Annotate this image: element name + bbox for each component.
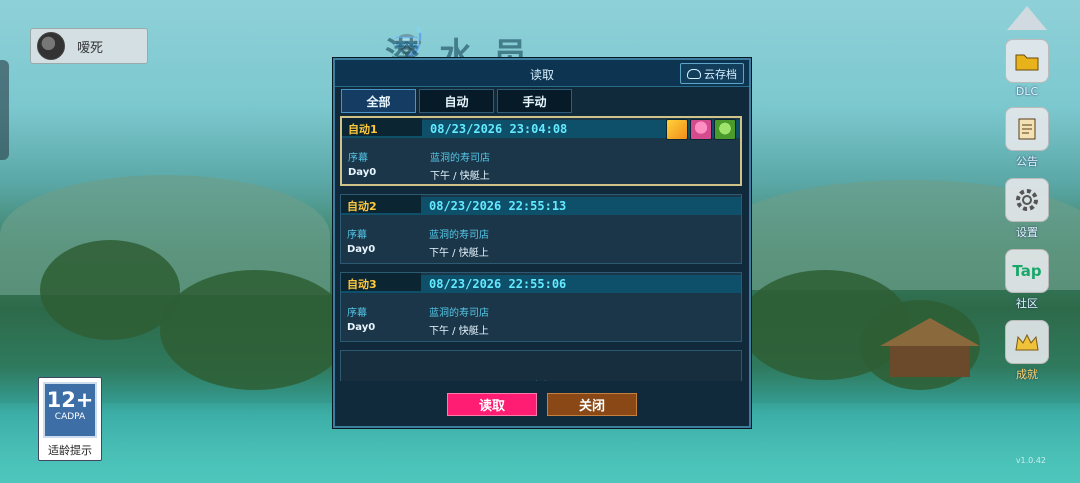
- slot-label: 自动1: [348, 123, 378, 136]
- slot-time: 下午 / 快艇上: [429, 248, 489, 259]
- menu-settings[interactable]: 设置: [1004, 178, 1050, 240]
- crown-icon: [1005, 320, 1049, 364]
- slot-chapter: 序幕: [347, 230, 367, 241]
- slot-location: 蓝洞的寿司店: [430, 153, 490, 164]
- notice-icon: [1005, 107, 1049, 151]
- character-portrait-icon: [714, 119, 736, 140]
- tap-icon: Tap: [1005, 249, 1049, 293]
- character-portraits: [666, 119, 736, 140]
- slot-chapter: 序幕: [347, 308, 367, 319]
- filter-tabs: 全部 自动 手动: [341, 89, 572, 113]
- tab-all[interactable]: 全部: [341, 89, 416, 113]
- character-portrait-icon: [690, 119, 712, 140]
- player-name: 嗳死: [77, 40, 104, 56]
- cloud-save-button[interactable]: 云存档: [680, 63, 744, 84]
- load-dialog: 读取 云存档 全部 自动 手动 自动1 08/23/2026 23:04:08 …: [333, 58, 751, 428]
- slot-time: 下午 / 快艇上: [430, 171, 490, 182]
- slot-datetime: 08/23/2026 23:04:08: [430, 122, 568, 136]
- menu-achievements[interactable]: 成就: [1004, 320, 1050, 382]
- slot-location: 蓝洞的寿司店: [429, 308, 489, 319]
- save-slot-empty[interactable]: 空白: [340, 350, 742, 381]
- slot-label: 自动3: [347, 278, 377, 291]
- save-slot-auto-2[interactable]: 自动2 08/23/2026 22:55:13 序幕 Day0 蓝洞的寿司店 下…: [340, 194, 742, 264]
- version-label: v1.0.42: [1015, 456, 1046, 465]
- dialog-header: 读取 云存档: [335, 60, 749, 87]
- side-pull-tab[interactable]: [0, 60, 9, 160]
- empty-slot-label: 空白: [341, 378, 741, 381]
- age-rating-badge: 12+ CADPA 适龄提示: [38, 377, 102, 461]
- collapse-arrow-icon[interactable]: [1007, 6, 1047, 30]
- menu-community[interactable]: Tap 社区: [1004, 249, 1050, 311]
- load-button[interactable]: 读取: [447, 393, 537, 416]
- close-button[interactable]: 关闭: [547, 393, 637, 416]
- slot-time: 下午 / 快艇上: [429, 326, 489, 337]
- menu-notice[interactable]: 公告: [1004, 107, 1050, 169]
- slot-chapter: 序幕: [348, 153, 368, 164]
- slot-day: Day0: [347, 244, 376, 255]
- tab-manual[interactable]: 手动: [497, 89, 572, 113]
- cloud-icon: [687, 68, 701, 79]
- menu-dlc[interactable]: DLC: [1004, 39, 1050, 98]
- slot-datetime: 08/23/2026 22:55:13: [429, 199, 567, 213]
- folder-icon: [1005, 39, 1049, 83]
- tab-auto[interactable]: 自动: [419, 89, 494, 113]
- slot-day: Day0: [348, 167, 377, 178]
- save-slot-auto-1[interactable]: 自动1 08/23/2026 23:04:08 序幕 Day0 蓝洞的寿司店 下…: [340, 116, 742, 186]
- slot-location: 蓝洞的寿司店: [429, 230, 489, 241]
- player-card[interactable]: 嗳死: [30, 28, 148, 64]
- slot-datetime: 08/23/2026 22:55:06: [429, 277, 567, 291]
- dialog-actions: 读取 关闭: [335, 393, 749, 416]
- gear-icon: [1005, 178, 1049, 222]
- avatar: [37, 32, 65, 60]
- slot-label: 自动2: [347, 200, 377, 213]
- save-slot-list: 自动1 08/23/2026 23:04:08 序幕 Day0 蓝洞的寿司店 下…: [340, 116, 742, 381]
- character-portrait-icon: [666, 119, 688, 140]
- slot-day: Day0: [347, 322, 376, 333]
- right-menu: DLC 公告 设置 Tap 社区 成就: [1004, 6, 1050, 382]
- save-slot-auto-3[interactable]: 自动3 08/23/2026 22:55:06 序幕 Day0 蓝洞的寿司店 下…: [340, 272, 742, 342]
